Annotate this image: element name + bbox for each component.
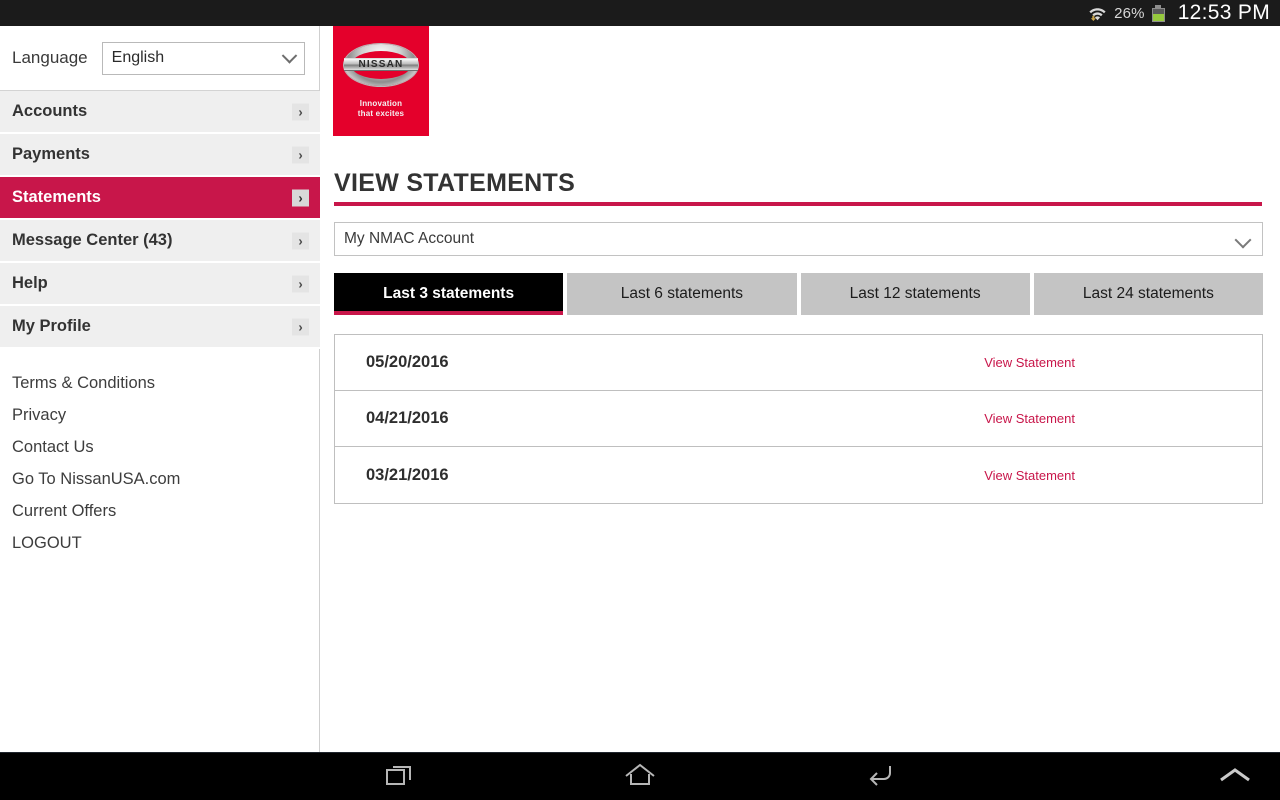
sidebar-item-label: Payments — [12, 145, 90, 163]
wifi-icon — [1088, 5, 1107, 21]
sidebar-item-label: Help — [12, 274, 48, 292]
account-select[interactable]: My NMAC Account — [334, 222, 1263, 256]
chevron-up-icon — [1218, 765, 1252, 790]
back-icon — [865, 762, 895, 793]
language-select[interactable]: English — [101, 41, 305, 75]
sidebar-item-label: Message Center (43) — [12, 231, 173, 249]
view-statement-link[interactable]: View Statement — [984, 411, 1075, 426]
sidebar-item-label: My Profile — [12, 317, 91, 335]
chevron-down-icon — [281, 48, 298, 64]
brand-tagline-line2: that excites — [357, 108, 405, 118]
main-content: NISSAN Innovation that excites VIEW STAT… — [321, 26, 1280, 752]
footer-link-privacy[interactable]: Privacy — [12, 399, 319, 431]
expand-up-button[interactable] — [1190, 753, 1280, 800]
statement-date: 04/21/2016 — [366, 409, 449, 427]
back-button[interactable] — [800, 753, 960, 800]
chevron-right-icon[interactable]: › — [292, 146, 309, 163]
app-root: 26% 12:53 PM Language English Accounts › — [0, 0, 1280, 800]
nissan-wordmark: NISSAN — [344, 58, 418, 71]
tab-last-24-statements[interactable]: Last 24 statements — [1033, 273, 1263, 315]
sidebar-item-label: Accounts — [12, 102, 88, 120]
statements-list: 05/20/2016 View Statement 04/21/2016 Vie… — [334, 334, 1263, 504]
account-select-value: My NMAC Account — [344, 230, 475, 247]
chevron-right-icon[interactable]: › — [292, 189, 309, 206]
view-statement-link[interactable]: View Statement — [984, 355, 1075, 370]
sidebar-item-label: Statements — [12, 188, 101, 206]
brand-tagline-line1: Innovation — [359, 98, 403, 108]
home-icon — [623, 762, 657, 793]
chevron-right-icon[interactable]: › — [292, 318, 309, 335]
language-row: Language English — [0, 26, 319, 91]
sidebar-item-payments[interactable]: Payments › — [0, 134, 320, 177]
sidebar-item-help[interactable]: Help › — [0, 263, 320, 306]
title-underline-rule — [334, 202, 1262, 206]
sidebar-item-statements[interactable]: Statements › — [0, 177, 320, 220]
footer-link-nissanusa[interactable]: Go To NissanUSA.com — [12, 463, 319, 495]
tab-last-3-statements[interactable]: Last 3 statements — [334, 273, 564, 315]
statement-range-tabs: Last 3 statements Last 6 statements Last… — [334, 273, 1263, 315]
chevron-right-icon[interactable]: › — [292, 103, 309, 120]
recents-button[interactable] — [320, 753, 480, 800]
battery-icon — [1151, 4, 1165, 22]
nissan-emblem-icon: NISSAN — [344, 43, 418, 86]
table-row: 05/20/2016 View Statement — [335, 335, 1262, 391]
sidebar-item-message-center[interactable]: Message Center (43) › — [0, 220, 320, 263]
nissan-logo: NISSAN Innovation that excites — [333, 26, 429, 136]
tab-last-12-statements[interactable]: Last 12 statements — [800, 273, 1030, 315]
view-statement-link[interactable]: View Statement — [984, 468, 1075, 483]
chevron-down-icon — [1234, 231, 1252, 249]
chevron-right-icon[interactable]: › — [292, 232, 309, 249]
android-nav-bar — [0, 752, 1280, 800]
footer-link-logout[interactable]: LOGOUT — [12, 527, 319, 559]
sidebar-footer-links: Terms & Conditions Privacy Contact Us Go… — [0, 349, 319, 559]
table-row: 03/21/2016 View Statement — [335, 447, 1262, 503]
footer-link-current-offers[interactable]: Current Offers — [12, 495, 319, 527]
page-title: VIEW STATEMENTS — [334, 169, 576, 197]
statement-date: 05/20/2016 — [366, 353, 449, 371]
status-indicators: 26% 12:53 PM — [1088, 1, 1270, 25]
sidebar: Language English Accounts › Payments › S… — [0, 26, 320, 752]
android-status-bar: 26% 12:53 PM — [0, 0, 1280, 26]
chevron-right-icon[interactable]: › — [292, 275, 309, 292]
home-button[interactable] — [560, 753, 720, 800]
sidebar-item-my-profile[interactable]: My Profile › — [0, 306, 320, 349]
footer-link-contact-us[interactable]: Contact Us — [12, 431, 319, 463]
recents-icon — [385, 762, 415, 793]
battery-percent-label: 26% — [1114, 4, 1145, 22]
tab-last-6-statements[interactable]: Last 6 statements — [567, 273, 797, 315]
sidebar-nav-list: Accounts › Payments › Statements › Messa… — [0, 91, 320, 349]
language-label: Language — [12, 48, 88, 67]
table-row: 04/21/2016 View Statement — [335, 391, 1262, 447]
language-select-value: English — [111, 49, 165, 66]
status-bar-clock: 12:53 PM — [1177, 1, 1270, 24]
brand-tagline: Innovation that excites — [358, 99, 404, 119]
footer-link-terms[interactable]: Terms & Conditions — [12, 367, 319, 399]
sidebar-item-accounts[interactable]: Accounts › — [0, 91, 320, 134]
statement-date: 03/21/2016 — [366, 465, 449, 484]
